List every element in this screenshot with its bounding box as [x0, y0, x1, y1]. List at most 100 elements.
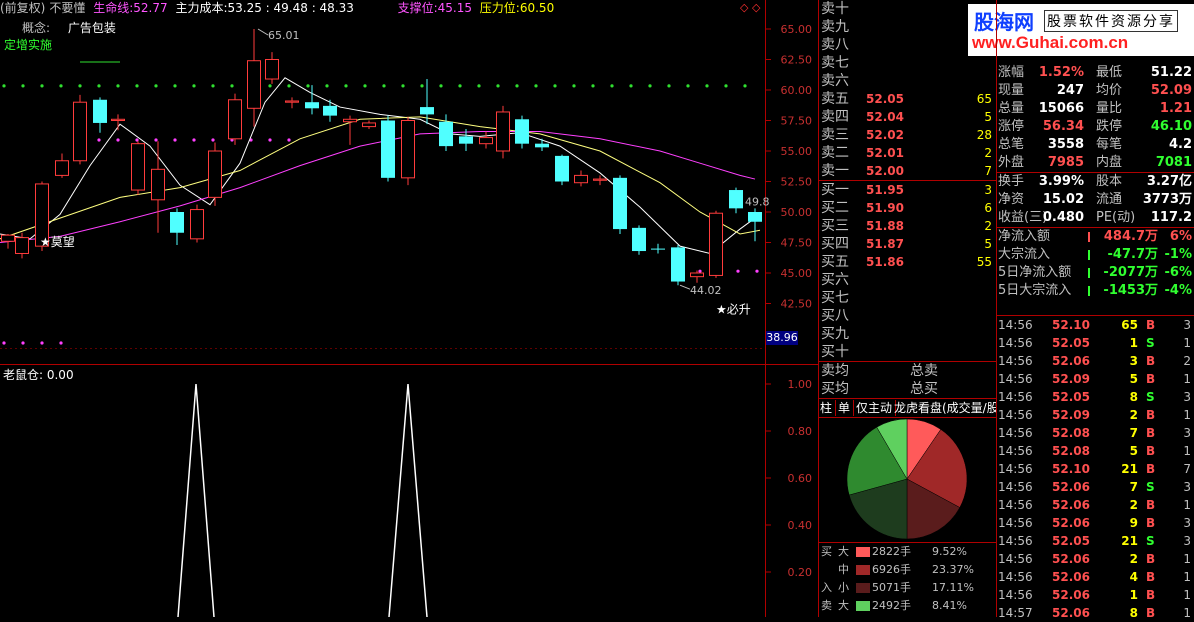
high-pointer — [257, 28, 269, 36]
pressure-dot — [154, 84, 158, 88]
tick-time: 14:56 — [998, 588, 1033, 602]
tick-time: 14:56 — [998, 318, 1033, 332]
legend-volume: 6926手 — [872, 563, 911, 576]
sell-price: 52.05 — [866, 92, 904, 106]
tick-row[interactable]: 14:56 52.06 2 B 1 — [996, 550, 1194, 568]
quote-value: 56.34 — [1042, 119, 1084, 134]
sell-row[interactable]: 卖七 — [818, 54, 996, 72]
pressure-dot — [534, 84, 538, 88]
side-label: 入 — [821, 581, 832, 594]
tick-side: B — [1146, 516, 1156, 530]
buy-row[interactable]: 买一 51.95 3 — [818, 181, 996, 199]
pie-tab[interactable]: 柱 — [820, 400, 837, 416]
flow-bar — [1088, 268, 1090, 278]
pressure-dot — [116, 84, 120, 88]
life-dot — [173, 138, 177, 142]
tick-time: 14:56 — [998, 426, 1033, 440]
buy-row[interactable]: 买五 51.86 55 — [818, 253, 996, 271]
quote-value: 15066 — [1038, 101, 1084, 116]
price-tick-label: 57.50 — [781, 115, 813, 128]
tick-row[interactable]: 14:56 52.10 21 B 7 — [996, 460, 1194, 478]
candle-body — [496, 111, 510, 152]
buy-row[interactable]: 买六 — [818, 271, 996, 289]
pie-tab[interactable]: 龙虎看盘(成交量/股 — [894, 400, 996, 416]
tick-row[interactable]: 14:56 52.09 2 B 1 — [996, 406, 1194, 424]
candle-body — [228, 99, 242, 140]
tick-row[interactable]: 14:56 52.08 5 B 1 — [996, 442, 1194, 460]
tick-price: 52.10 — [1052, 462, 1090, 476]
sub-chart-title: 老鼠仓: 0.00 — [3, 368, 74, 382]
tick-volume: 2 — [1129, 498, 1138, 512]
buy-row[interactable]: 买八 — [818, 307, 996, 325]
pressure-dot — [420, 84, 424, 88]
tick-time: 14:56 — [998, 354, 1033, 368]
buy-row[interactable]: 买二 51.90 6 — [818, 199, 996, 217]
tick-price: 52.05 — [1052, 336, 1090, 350]
life-dot — [116, 138, 120, 142]
sell-row[interactable]: 卖五 52.05 65 — [818, 90, 996, 108]
tick-price: 52.06 — [1052, 498, 1090, 512]
tick-row[interactable]: 14:56 52.06 7 S 3 — [996, 478, 1194, 496]
sell-volume: 28 — [976, 128, 992, 142]
pressure-dot — [401, 84, 405, 88]
tick-row[interactable]: 14:56 52.06 2 B 1 — [996, 496, 1194, 514]
tick-row[interactable]: 14:56 52.09 5 B 1 — [996, 370, 1194, 388]
sell-row[interactable]: 卖十 — [818, 0, 996, 18]
pie-legend-row: 入 小 5071手 17.11% — [818, 579, 996, 597]
tick-side: B — [1146, 462, 1156, 476]
tick-row[interactable]: 14:56 52.10 65 B 3 — [996, 316, 1194, 334]
candle-body — [170, 212, 184, 233]
tick-row[interactable]: 14:56 52.06 4 B 1 — [996, 568, 1194, 586]
tick-row[interactable]: 14:57 52.06 8 B 1 — [996, 604, 1194, 622]
tick-count: 1 — [1183, 336, 1191, 350]
tick-count: 1 — [1183, 408, 1191, 422]
tick-row[interactable]: 14:56 52.08 7 B 3 — [996, 424, 1194, 442]
candle-body — [535, 143, 549, 148]
quote-label: 均价 — [1096, 83, 1123, 98]
sell-price: 52.01 — [866, 146, 904, 160]
tick-row[interactable]: 14:56 52.05 1 S 1 — [996, 334, 1194, 352]
pressure-dot — [306, 84, 310, 88]
pressure-dot — [553, 84, 557, 88]
tick-row[interactable]: 14:56 52.06 3 B 2 — [996, 352, 1194, 370]
sell-row[interactable]: 卖三 52.02 28 — [818, 126, 996, 144]
quote-label: 涨停 — [998, 119, 1025, 134]
buy-row[interactable]: 买七 — [818, 289, 996, 307]
buy-row[interactable]: 买三 51.88 2 — [818, 217, 996, 235]
sub-tick-label: 1.00 — [788, 378, 813, 391]
sell-row[interactable]: 卖九 — [818, 18, 996, 36]
tick-list[interactable]: 14:56 52.10 65 B 3 14:56 52.05 1 S 1 14:56 52.06 3 B 2… — [996, 316, 1194, 622]
pie-tab[interactable]: 仅主动 — [856, 400, 897, 416]
candle-body — [729, 190, 743, 209]
tick-row[interactable]: 14:56 52.05 21 S 3 — [996, 532, 1194, 550]
pie-tabs: 柱单仅主动 龙虎看盘(成交量/股 — [818, 398, 996, 418]
tick-row[interactable]: 14:56 52.05 8 S 3 — [996, 388, 1194, 406]
candle-body — [574, 174, 588, 184]
avg-sell-row: 卖均 总卖 — [818, 362, 996, 380]
tick-row[interactable]: 14:56 52.06 1 B 1 — [996, 586, 1194, 604]
pie-legend: 买 大 2822手 9.52% 中 6926手 23.37% 入 小 5071手 … — [818, 542, 996, 615]
sell-row[interactable]: 卖四 52.04 5 — [818, 108, 996, 126]
quote-label: 股本 — [1096, 174, 1123, 189]
pressure-dot — [97, 84, 101, 88]
tick-side: S — [1146, 336, 1155, 350]
price-tick-label: 55.00 — [781, 145, 813, 158]
tick-time: 14:56 — [998, 408, 1033, 422]
sell-row[interactable]: 卖二 52.01 2 — [818, 144, 996, 162]
buy-row[interactable]: 买四 51.87 5 — [818, 235, 996, 253]
sell-label: 卖三 — [821, 127, 849, 143]
pressure-dot — [21, 84, 25, 88]
sell-row[interactable]: 卖一 52.00 7 — [818, 162, 996, 180]
sell-label: 卖五 — [821, 91, 849, 107]
sell-row[interactable]: 卖八 — [818, 36, 996, 54]
buy-row[interactable]: 买十 — [818, 343, 996, 361]
buy-row[interactable]: 买九 — [818, 325, 996, 343]
quote-value: 3558 — [1047, 137, 1084, 152]
tick-price: 52.06 — [1052, 516, 1090, 530]
kline-chart[interactable]: 65.00 62.50 60.00 57.50 55.00 52.50 50.00 47.50… — [0, 0, 818, 617]
candle-body — [93, 99, 107, 123]
pie-tab[interactable]: 单 — [838, 400, 855, 416]
quote-row: 涨幅 1.52% 最低 51.22 — [996, 64, 1194, 82]
tick-row[interactable]: 14:56 52.06 9 B 3 — [996, 514, 1194, 532]
sell-row[interactable]: 卖六 — [818, 72, 996, 90]
